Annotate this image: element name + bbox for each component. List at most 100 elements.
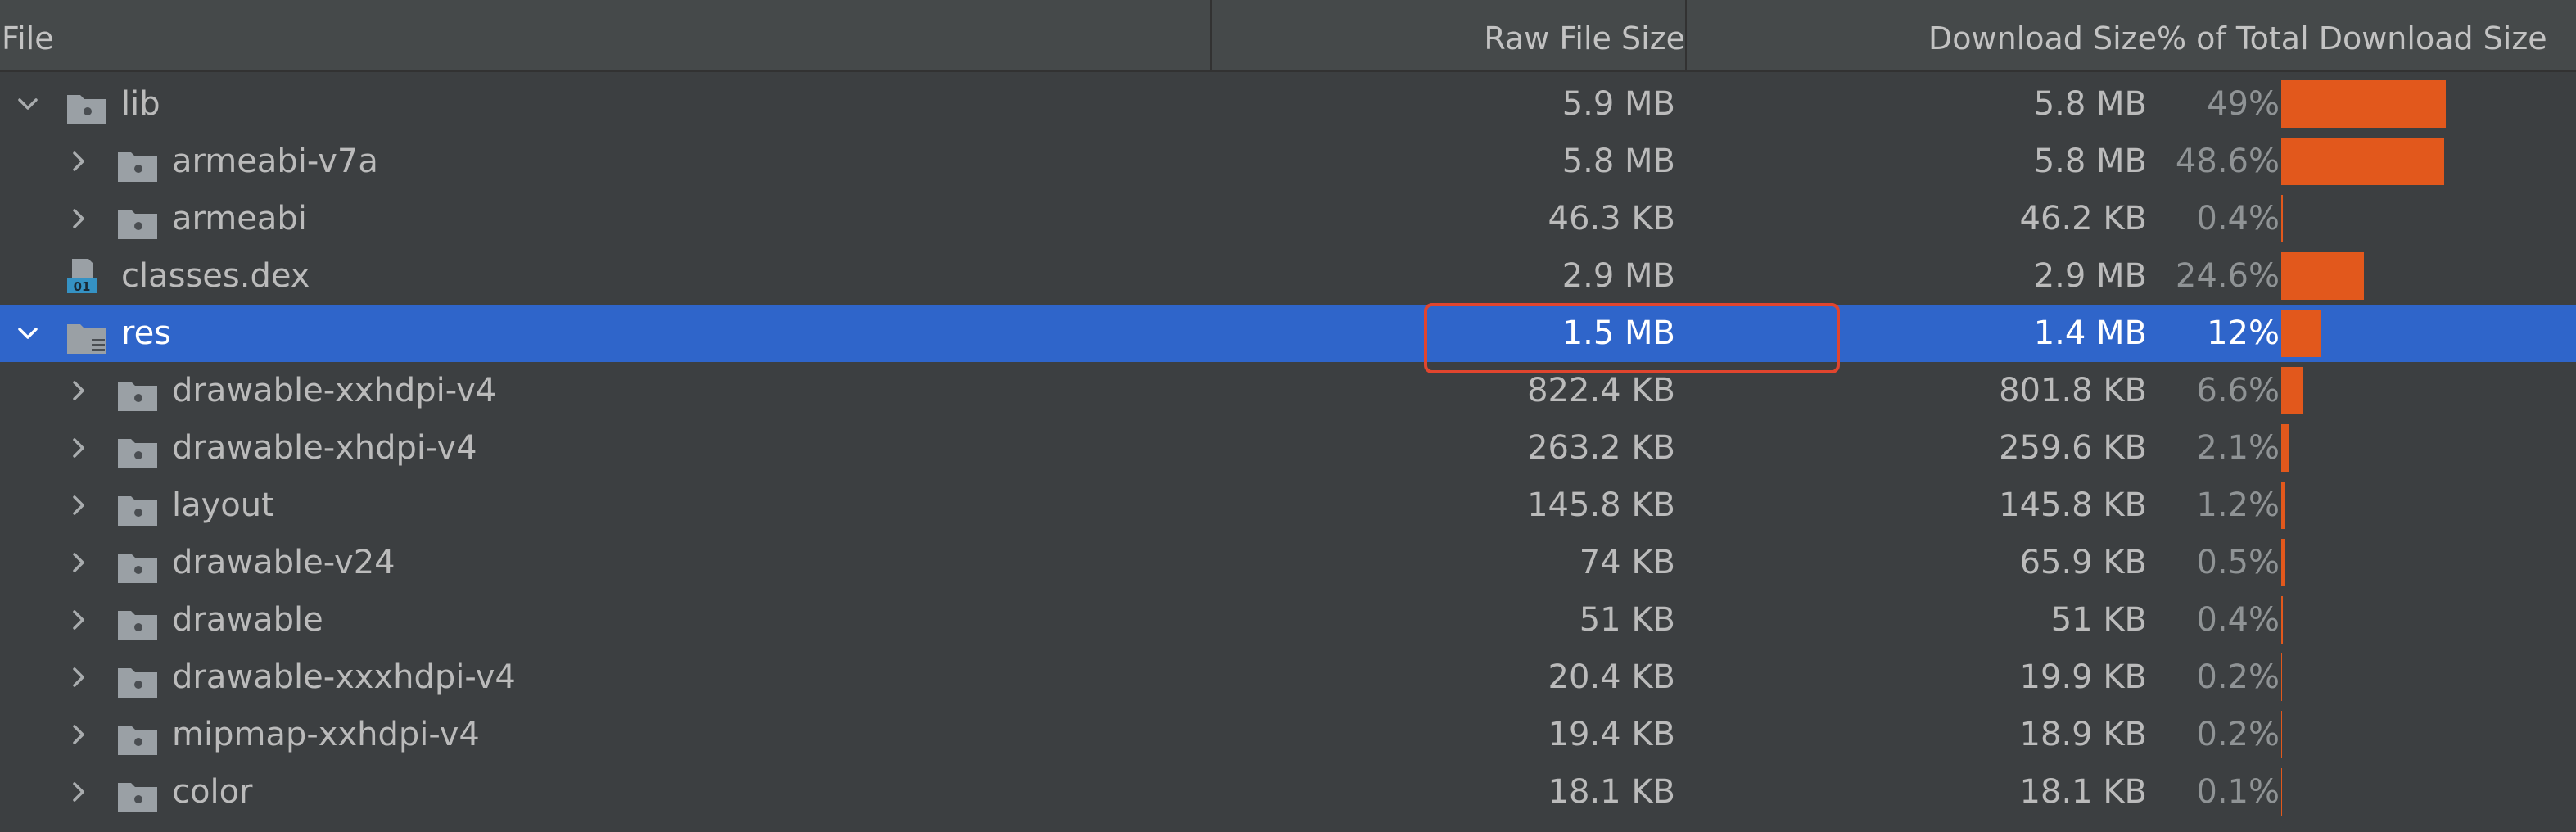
- size-bar: [2281, 482, 2285, 529]
- chevron-right-icon[interactable]: [62, 649, 95, 706]
- raw-file-size: 51 KB: [1212, 591, 1675, 649]
- resource-folder-icon: [66, 316, 108, 350]
- folder-icon: [116, 144, 159, 179]
- column-header-percent-of-total[interactable]: % of Total Download Size: [2157, 0, 2547, 72]
- file-name-cell: color: [0, 763, 1210, 821]
- table-row[interactable]: lib5.9 MB5.8 MB49%: [0, 75, 2576, 133]
- dex-file-icon: 01: [66, 255, 108, 290]
- percent-of-total: 2.1%: [2149, 419, 2280, 477]
- table-row[interactable]: color18.1 KB18.1 KB0.1%: [0, 763, 2576, 821]
- chevron-right-icon[interactable]: [62, 133, 95, 190]
- raw-file-size: 2.9 MB: [1212, 247, 1675, 305]
- chevron-right-icon[interactable]: [62, 190, 95, 247]
- size-bar-track: [2281, 596, 2576, 644]
- file-name-cell: armeabi-v7a: [0, 133, 1210, 190]
- download-size: 801.8 KB: [1677, 362, 2147, 419]
- raw-file-size: 5.9 MB: [1212, 75, 1675, 133]
- table-row[interactable]: layout145.8 KB145.8 KB1.2%: [0, 477, 2576, 534]
- file-name-cell: drawable: [0, 591, 1210, 649]
- chevron-right-icon[interactable]: [62, 706, 95, 763]
- chevron-right-icon[interactable]: [62, 534, 95, 591]
- size-bar: [2281, 195, 2283, 242]
- raw-file-size: 18.1 KB: [1212, 763, 1675, 821]
- file-name: mipmap-xxhdpi-v4: [172, 706, 480, 763]
- percent-of-total: 0.2%: [2149, 649, 2280, 706]
- table-row[interactable]: drawable-v2474 KB65.9 KB0.5%: [0, 534, 2576, 591]
- table-row[interactable]: drawable-xxhdpi-v4822.4 KB801.8 KB6.6%: [0, 362, 2576, 419]
- table-row[interactable]: drawable51 KB51 KB0.4%: [0, 591, 2576, 649]
- table-row[interactable]: mipmap-xxhdpi-v419.4 KB18.9 KB0.2%: [0, 706, 2576, 763]
- table-row[interactable]: drawable-xxxhdpi-v420.4 KB19.9 KB0.2%: [0, 649, 2576, 706]
- size-bar: [2281, 653, 2282, 701]
- size-bar-track: [2281, 310, 2576, 357]
- download-size: 259.6 KB: [1677, 419, 2147, 477]
- size-bar-track: [2281, 424, 2576, 472]
- size-bar: [2281, 252, 2364, 300]
- table-row[interactable]: armeabi46.3 KB46.2 KB0.4%: [0, 190, 2576, 247]
- chevron-right-icon[interactable]: [62, 419, 95, 477]
- column-header-file[interactable]: File: [2, 0, 54, 72]
- download-size: 5.8 MB: [1677, 75, 2147, 133]
- column-header-raw-file-size[interactable]: Raw File Size: [1212, 0, 1685, 72]
- download-size: 2.9 MB: [1677, 247, 2147, 305]
- column-header-download-size[interactable]: Download Size: [1687, 0, 2157, 72]
- percent-of-total: 1.2%: [2149, 477, 2280, 534]
- raw-file-size: 145.8 KB: [1212, 477, 1675, 534]
- raw-file-size: 19.4 KB: [1212, 706, 1675, 763]
- download-size: 145.8 KB: [1677, 477, 2147, 534]
- file-name: color: [172, 763, 253, 821]
- svg-text:01: 01: [74, 279, 91, 294]
- percent-of-total: 0.4%: [2149, 190, 2280, 247]
- file-name: drawable-xxhdpi-v4: [172, 362, 496, 419]
- download-size: 18.1 KB: [1677, 763, 2147, 821]
- chevron-right-icon[interactable]: [62, 362, 95, 419]
- file-name-cell: drawable-v24: [0, 534, 1210, 591]
- download-size: 51 KB: [1677, 591, 2147, 649]
- chevron-right-icon[interactable]: [62, 477, 95, 534]
- chevron-down-icon[interactable]: [11, 75, 44, 133]
- table-row[interactable]: armeabi-v7a5.8 MB5.8 MB48.6%: [0, 133, 2576, 190]
- download-size: 19.9 KB: [1677, 649, 2147, 706]
- download-size: 65.9 KB: [1677, 534, 2147, 591]
- percent-of-total: 0.4%: [2149, 591, 2280, 649]
- file-name-cell: drawable-xxxhdpi-v4: [0, 649, 1210, 706]
- size-bar-track: [2281, 653, 2576, 701]
- table-row[interactable]: drawable-xhdpi-v4263.2 KB259.6 KB2.1%: [0, 419, 2576, 477]
- folder-icon: [116, 603, 159, 637]
- chevron-down-icon[interactable]: [11, 305, 44, 362]
- size-bar-track: [2281, 367, 2576, 414]
- file-name: drawable-v24: [172, 534, 395, 591]
- table-row[interactable]: res1.5 MB1.4 MB12%: [0, 305, 2576, 362]
- size-bar: [2281, 310, 2321, 357]
- percent-of-total: 24.6%: [2149, 247, 2280, 305]
- size-bar-track: [2281, 80, 2576, 128]
- file-name-cell: mipmap-xxhdpi-v4: [0, 706, 1210, 763]
- size-bar-track: [2281, 711, 2576, 758]
- file-name: layout: [172, 477, 274, 534]
- percent-of-total: 6.6%: [2149, 362, 2280, 419]
- raw-file-size: 263.2 KB: [1212, 419, 1675, 477]
- folder-icon: [116, 660, 159, 694]
- chevron-right-icon[interactable]: [62, 763, 95, 821]
- file-name-cell: drawable-xxhdpi-v4: [0, 362, 1210, 419]
- folder-icon: [116, 717, 159, 752]
- folder-icon: [116, 488, 159, 522]
- table-header: File Raw File Size Download Size % of To…: [0, 0, 2576, 72]
- folder-icon: [116, 201, 159, 236]
- table-row[interactable]: 01classes.dex2.9 MB2.9 MB24.6%: [0, 247, 2576, 305]
- size-bar: [2281, 138, 2444, 185]
- percent-of-total: 12%: [2149, 305, 2280, 362]
- size-bar-track: [2281, 252, 2576, 300]
- file-name: drawable: [172, 591, 323, 649]
- raw-file-size: 46.3 KB: [1212, 190, 1675, 247]
- size-bar: [2281, 424, 2289, 472]
- size-bar-track: [2281, 539, 2576, 586]
- raw-file-size: 74 KB: [1212, 534, 1675, 591]
- file-name: classes.dex: [121, 247, 310, 305]
- file-name: armeabi: [172, 190, 307, 247]
- download-size: 5.8 MB: [1677, 133, 2147, 190]
- file-name-cell: drawable-xhdpi-v4: [0, 419, 1210, 477]
- download-size: 18.9 KB: [1677, 706, 2147, 763]
- chevron-right-icon[interactable]: [62, 591, 95, 649]
- folder-icon: [116, 373, 159, 408]
